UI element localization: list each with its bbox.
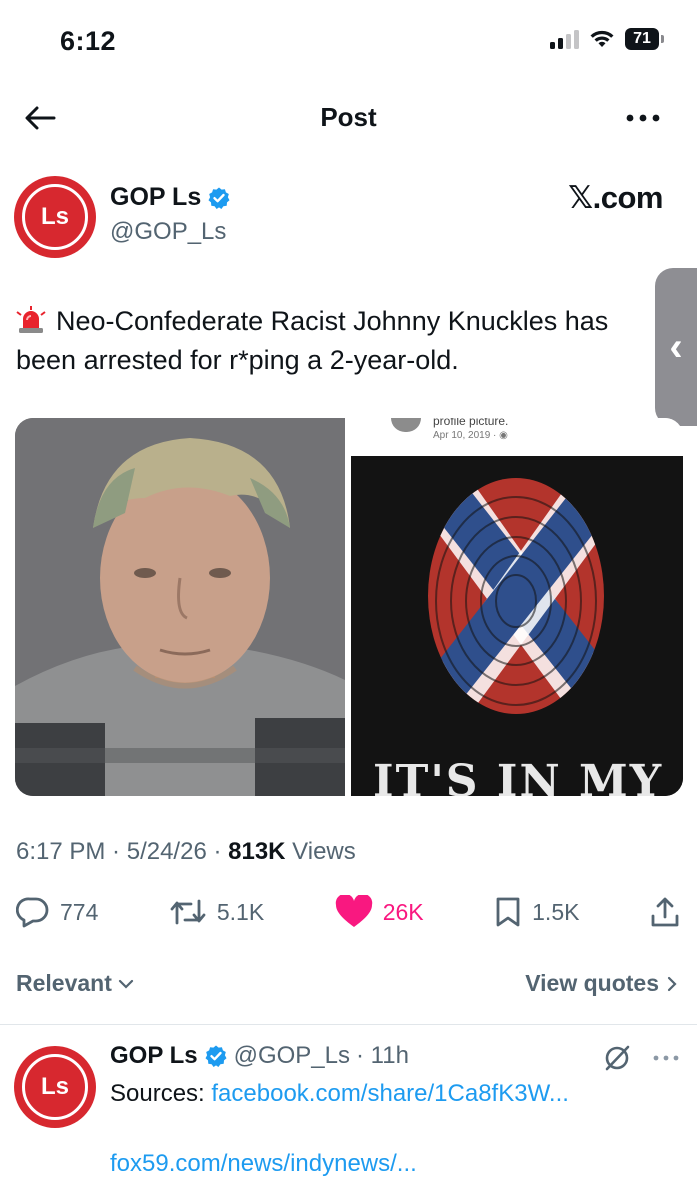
sort-label: Relevant [16,970,112,996]
heart-icon [335,895,372,927]
brand-watermark: 𝕏.com [568,180,663,215]
page-title: Post [320,102,377,132]
author-avatar[interactable]: Ls [14,176,96,258]
profile-caption: profile picture. [433,418,509,428]
view-quotes-label: View quotes [525,970,659,996]
verified-badge-icon [205,1045,227,1067]
battery-icon: 71 [625,28,664,50]
verified-badge-icon [208,187,230,209]
status-bar: 6:12 71 [0,0,697,80]
mugshot-illustration [15,418,345,796]
post-body: Neo-Confederate Racist Johnny Knuckles h… [16,306,609,375]
mugshot-image[interactable] [15,418,345,796]
share-button[interactable] [650,896,680,928]
views-label: Views [292,838,356,865]
side-panel-handle[interactable]: ‹ [655,268,697,426]
reply-icons [603,1044,679,1072]
chevron-right-icon [667,976,677,991]
reply-avatar[interactable]: Ls [14,1046,96,1128]
cellular-signal-icon [550,29,579,49]
more-icon[interactable] [653,1055,679,1061]
author-handle[interactable]: @GOP_Ls [110,218,226,246]
reply-header: GOP Ls @GOP_Ls · 11h [110,1042,409,1070]
profile-thumb [391,418,421,432]
repost-button[interactable]: 5.1K [169,897,264,927]
post-header: Post [0,92,697,144]
status-time: 6:12 [60,26,117,56]
fox59-link[interactable]: fox59.com/news/indynews/... [110,1150,417,1177]
reply-text-line1: Sources: facebook.com/share/1Ca8fK3W... [110,1080,569,1108]
author-name: GOP Ls [110,183,202,211]
like-button[interactable]: 26K [335,895,424,929]
views-count[interactable]: 813K [228,838,285,865]
reply-icon [16,897,49,928]
action-bar: 774 5.1K 26K 1.5K [16,888,680,936]
bookmark-button[interactable]: 1.5K [494,896,579,928]
facebook-link[interactable]: facebook.com/share/1Ca8fK3W... [211,1080,569,1107]
more-options-button[interactable] [621,100,665,136]
avatar-logo-text: Ls [40,203,69,230]
reply-avatar-logo-text: Ls [40,1073,69,1100]
shirt-graphic: IT'S IN MY [351,456,683,796]
reply-button[interactable]: 774 [16,896,98,928]
view-quotes-link[interactable]: View quotes [525,970,677,997]
profile-date: Apr 10, 2019 · ◉ [433,430,508,441]
reply-author-handle[interactable]: @GOP_Ls [234,1042,350,1070]
chevron-left-icon: ‹ [669,324,683,369]
share-icon [651,897,679,927]
post-date: 5/24/26 [126,838,207,865]
reply-sort-dropdown[interactable]: Relevant [16,970,134,997]
reply-author-name[interactable]: GOP Ls [110,1042,198,1070]
confederate-shirt-image[interactable]: profile picture. Apr 10, 2019 · ◉ IT'S I… [351,418,683,796]
author-name-row[interactable]: GOP Ls [110,183,231,212]
post-media[interactable]: profile picture. Apr 10, 2019 · ◉ IT'S I… [15,418,683,796]
reply-count: 774 [60,898,99,925]
post-text: Neo-Confederate Racist Johnny Knuckles h… [16,302,656,380]
wifi-icon [590,30,614,47]
facebook-snippet: profile picture. Apr 10, 2019 · ◉ [351,418,683,456]
bookmark-icon [496,897,520,927]
repost-icon [170,899,206,925]
siren-emoji-icon [16,306,46,333]
bookmark-count: 1.5K [532,898,580,925]
post-time: 6:17 PM [16,838,106,865]
chevron-down-icon [118,979,133,989]
grok-icon[interactable] [603,1044,631,1072]
reply-text-line2: fox59.com/news/indynews/... [110,1150,417,1178]
divider [0,1024,697,1025]
shirt-slogan: IT'S IN MY [373,756,664,796]
status-icons: 71 [550,28,664,50]
fingerprint-flag-graphic [351,456,683,796]
repost-count: 5.1K [216,898,265,925]
post-meta: 6:17 PM · 5/24/26 · 813K Views [16,838,356,865]
more-icon [626,114,660,122]
like-count: 26K [382,898,424,925]
sources-label: Sources: [110,1080,205,1107]
reply-age: · 11h [356,1042,409,1069]
battery-level: 71 [633,30,651,47]
